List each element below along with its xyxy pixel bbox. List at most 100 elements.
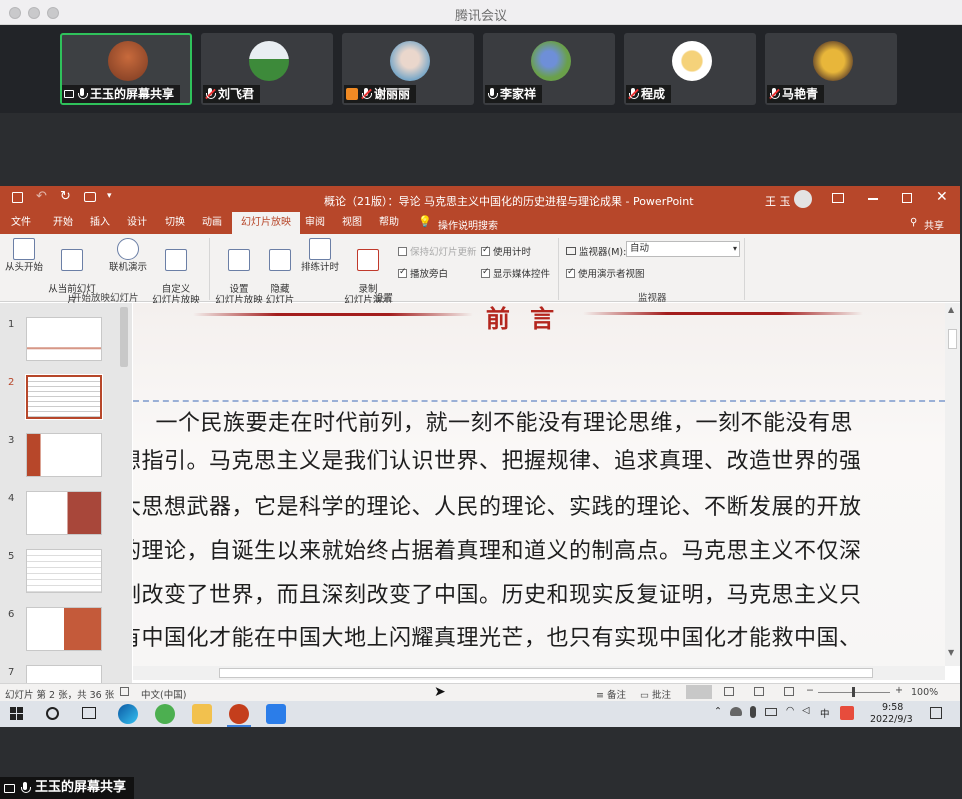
participant-tile[interactable]: 刘飞君 (201, 33, 333, 105)
from-beginning-button[interactable]: 从头开始 (4, 238, 44, 273)
cloud-icon[interactable] (730, 707, 742, 716)
edge-icon[interactable] (118, 704, 138, 724)
scrollbar-thumb[interactable] (948, 329, 957, 349)
present-online-button[interactable]: 联机演示 (106, 238, 150, 273)
slide-canvas[interactable]: 前 言 一个民族要走在时代前列，就一刻不能没有理论思维，一刻不能没有思 想指引。… (133, 303, 945, 666)
participant-tile[interactable]: 程成 (624, 33, 756, 105)
redo-icon[interactable]: ↻ (60, 189, 71, 204)
clock-time[interactable]: 9:58 (882, 702, 903, 713)
thumb-number: 1 (8, 319, 15, 330)
participant-name: 李家祥 (500, 87, 537, 101)
play-narrations-checkbox[interactable]: 播放旁白 (398, 266, 448, 280)
accessibility-icon[interactable] (120, 687, 129, 696)
zoom-out-icon[interactable]: − (806, 685, 814, 696)
scrollbar-thumb[interactable] (219, 668, 873, 678)
zoom-level[interactable]: 100% (911, 687, 938, 698)
participant-tile[interactable]: 谢丽丽 (342, 33, 474, 105)
tencent-meeting-icon[interactable] (266, 704, 286, 724)
tab-view[interactable]: 视图 (333, 212, 371, 234)
tab-slideshow[interactable]: 幻灯片放映 (232, 212, 300, 234)
comments-button[interactable]: ▭ 批注 (640, 687, 671, 701)
zoom-slider-thumb[interactable] (852, 687, 855, 697)
slide-thumbnail[interactable] (26, 549, 102, 593)
slide-thumbnail[interactable] (26, 607, 102, 651)
undo-icon[interactable]: ↶ (36, 189, 47, 204)
zoom-in-icon[interactable]: + (895, 685, 903, 696)
avatar (531, 41, 571, 81)
tab-file[interactable]: 文件 (2, 212, 40, 234)
ribbon-display-icon[interactable] (832, 193, 844, 203)
presenter-view-checkbox[interactable]: 使用演示者视图 (566, 266, 645, 280)
reading-view-icon[interactable] (754, 687, 764, 696)
notes-button[interactable]: ≡ 备注 (596, 687, 626, 701)
slide-thumbnail[interactable] (26, 433, 102, 477)
keep-updated-checkbox[interactable]: 保持幻灯片更新 (398, 244, 477, 258)
restore-icon[interactable] (902, 193, 912, 203)
wifi-icon[interactable]: ◠ (786, 705, 794, 716)
participant-tile[interactable]: 马艳青 (765, 33, 897, 105)
scroll-down-icon[interactable]: ▼ (948, 648, 954, 657)
mic-tray-icon[interactable] (750, 706, 756, 718)
slide-thumbnail[interactable] (26, 491, 102, 535)
powerpoint-icon[interactable] (229, 704, 249, 724)
slide-body-line: 大思想武器，它是科学的理论、人民的理论、实践的理论、不断发展的开放 (133, 495, 862, 520)
participant-name: 程成 (641, 87, 666, 101)
close-icon[interactable]: ✕ (936, 189, 948, 205)
scrollbar-thumb[interactable] (120, 307, 128, 367)
tab-home[interactable]: 开始 (44, 212, 82, 234)
tab-help[interactable]: 帮助 (370, 212, 408, 234)
slide-body-line: 有中国化才能在中国大地上闪耀真理光芒，也只有实现中国化才能救中国、 (133, 626, 862, 651)
slide-vertical-scrollbar[interactable]: ▲ ▼ (945, 303, 960, 666)
clock-date[interactable]: 2022/9/3 (870, 714, 913, 725)
thumbnail-scrollbar[interactable] (118, 303, 131, 683)
volume-icon[interactable]: ◁ (802, 705, 809, 716)
user-avatar[interactable] (794, 190, 812, 208)
input-method-icon[interactable] (840, 706, 854, 720)
rehearse-timings-button[interactable]: 排练计时 (300, 238, 340, 273)
setup-slideshow-button[interactable]: 设置 幻灯片放映 (214, 238, 264, 306)
search-icon[interactable] (46, 707, 59, 720)
minimize-icon[interactable] (868, 198, 878, 200)
scroll-up-icon[interactable]: ▲ (948, 305, 954, 314)
slide-thumbnail[interactable] (26, 665, 102, 683)
tab-design[interactable]: 设计 (118, 212, 156, 234)
notifications-icon[interactable] (930, 707, 942, 719)
tab-review[interactable]: 审阅 (296, 212, 334, 234)
slide-horizontal-scrollbar[interactable] (133, 666, 945, 680)
file-explorer-icon[interactable] (192, 704, 212, 724)
tab-transitions[interactable]: 切换 (156, 212, 194, 234)
mic-muted-icon (769, 88, 780, 100)
present-icon[interactable] (84, 192, 96, 202)
customize-qat-icon[interactable]: ▾ (107, 191, 112, 201)
slide-thumbnail[interactable] (25, 374, 103, 420)
thumb-number: 5 (8, 551, 15, 562)
sharer-name: 王玉的屏幕共享 (35, 780, 127, 795)
show-media-controls-checkbox[interactable]: 显示媒体控件 (481, 266, 550, 280)
tab-animations[interactable]: 动画 (193, 212, 231, 234)
ime-indicator[interactable]: 中 (820, 706, 830, 720)
language-indicator[interactable]: 中文(中国) (141, 687, 186, 701)
mouse-cursor: ➤ (434, 684, 446, 700)
avatar (672, 41, 712, 81)
participant-tile[interactable]: 李家祥 (483, 33, 615, 105)
custom-slideshow-button[interactable]: 自定义 幻灯片放映 (148, 238, 204, 306)
slide-thumbnail[interactable] (26, 317, 102, 361)
use-timings-checkbox[interactable]: 使用计时 (481, 244, 531, 258)
task-view-icon[interactable] (82, 707, 96, 719)
hide-slide-button[interactable]: 隐藏 幻灯片 (264, 238, 296, 306)
windows-start-icon[interactable] (10, 707, 23, 720)
participant-tile[interactable]: 王玉的屏幕共享 (60, 33, 192, 105)
tell-me-search[interactable]: 操作说明搜索 (438, 217, 498, 232)
user-name[interactable]: 王 玉 (765, 193, 791, 209)
share-button[interactable]: 共享 (924, 217, 944, 232)
tab-insert[interactable]: 插入 (81, 212, 119, 234)
normal-view-icon[interactable] (686, 685, 712, 699)
save-icon[interactable] (12, 192, 23, 203)
lightbulb-icon: 💡 (418, 215, 432, 228)
slide-sorter-icon[interactable] (724, 687, 734, 696)
monitor-select[interactable]: 自动 ▾ (626, 241, 740, 257)
slideshow-view-icon[interactable] (784, 687, 794, 696)
browser-icon[interactable] (155, 704, 175, 724)
chevron-up-icon[interactable]: ⌃ (714, 706, 722, 717)
battery-icon[interactable] (765, 708, 777, 716)
